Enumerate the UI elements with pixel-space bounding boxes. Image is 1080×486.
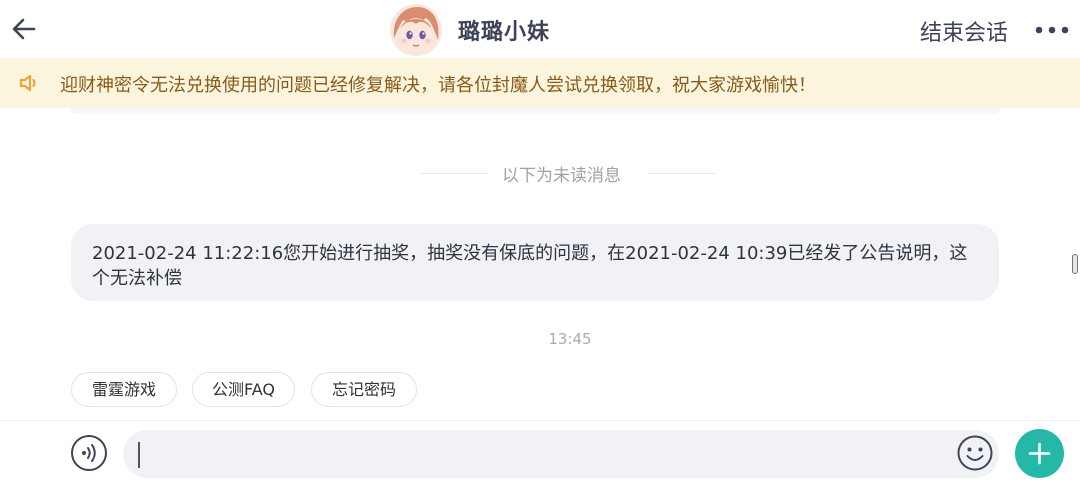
unread-divider: 以下为未读消息 [0, 161, 1080, 186]
more-dots-icon[interactable] [1034, 22, 1072, 38]
input-bar [0, 420, 1080, 486]
divider-line-right [648, 173, 716, 174]
quick-reply-chip[interactable]: 雷霆游戏 [71, 372, 177, 407]
notice-text: 迎财神密令无法兑换使用的问题已经修复解决，请各位封魔人尝试兑换领取，祝大家游戏愉… [60, 75, 816, 96]
plus-icon [1028, 442, 1051, 465]
plus-button[interactable] [1015, 429, 1064, 478]
contact-name: 璐璐小妹 [458, 20, 551, 45]
message-bubble: 2021-02-24 11:22:16您开始进行抽奖，抽奖没有保底的问题，在20… [71, 224, 999, 301]
emoji-icon[interactable] [956, 434, 994, 472]
message-input[interactable] [123, 430, 999, 478]
previous-message-edge [70, 108, 1000, 114]
back-arrow-icon[interactable] [10, 14, 38, 44]
quick-reply-chip[interactable]: 公测FAQ [192, 372, 295, 407]
speaker-icon [19, 74, 36, 92]
quick-reply-chip[interactable]: 忘记密码 [311, 372, 417, 407]
chat-header: 璐璐小妹 结束会话 [0, 0, 1080, 58]
notice-banner[interactable]: 迎财神密令无法兑换使用的问题已经修复解决，请各位封魔人尝试兑换领取，祝大家游戏愉… [0, 58, 1080, 108]
voice-icon[interactable] [70, 434, 108, 472]
chat-area: 以下为未读消息 2021-02-24 11:22:16您开始进行抽奖，抽奖没有保… [0, 108, 1080, 420]
unread-divider-label: 以下为未读消息 [502, 166, 621, 186]
avatar[interactable] [390, 4, 442, 56]
text-caret [138, 442, 140, 468]
message-timestamp: 13:45 [548, 330, 592, 348]
end-session-button[interactable]: 结束会话 [920, 15, 1008, 47]
scrollbar-thumb[interactable] [1072, 254, 1078, 274]
divider-line-left [420, 173, 488, 174]
